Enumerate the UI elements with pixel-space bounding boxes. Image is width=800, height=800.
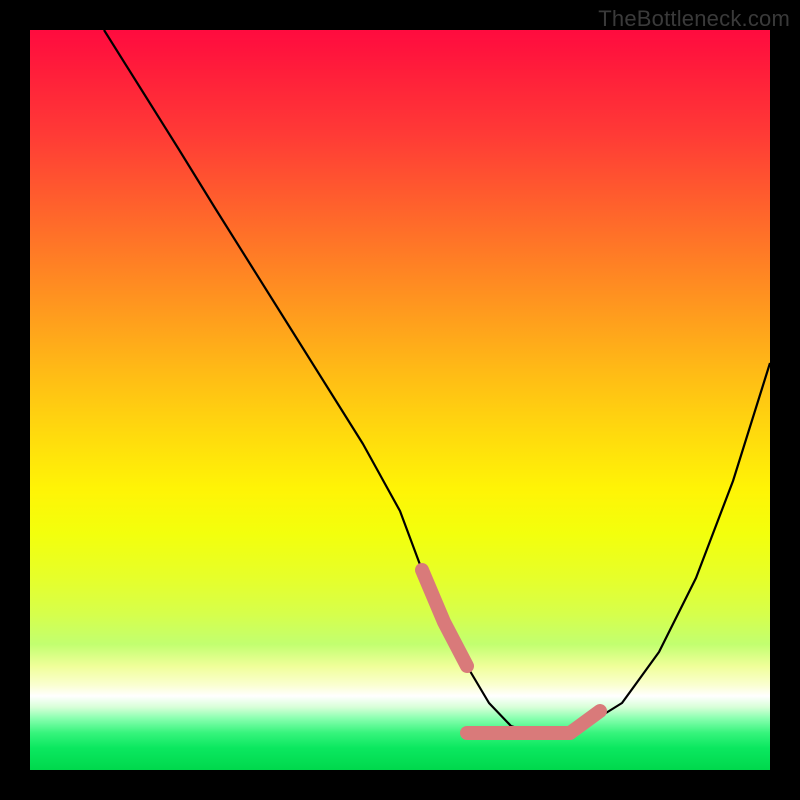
bottleneck-curve (104, 30, 770, 733)
highlight-left-shoulder (422, 570, 467, 666)
curve-svg (30, 30, 770, 770)
highlight-right-shoulder (570, 711, 600, 733)
watermark-text: TheBottleneck.com (598, 6, 790, 32)
chart-frame: TheBottleneck.com (0, 0, 800, 800)
plot-area (30, 30, 770, 770)
